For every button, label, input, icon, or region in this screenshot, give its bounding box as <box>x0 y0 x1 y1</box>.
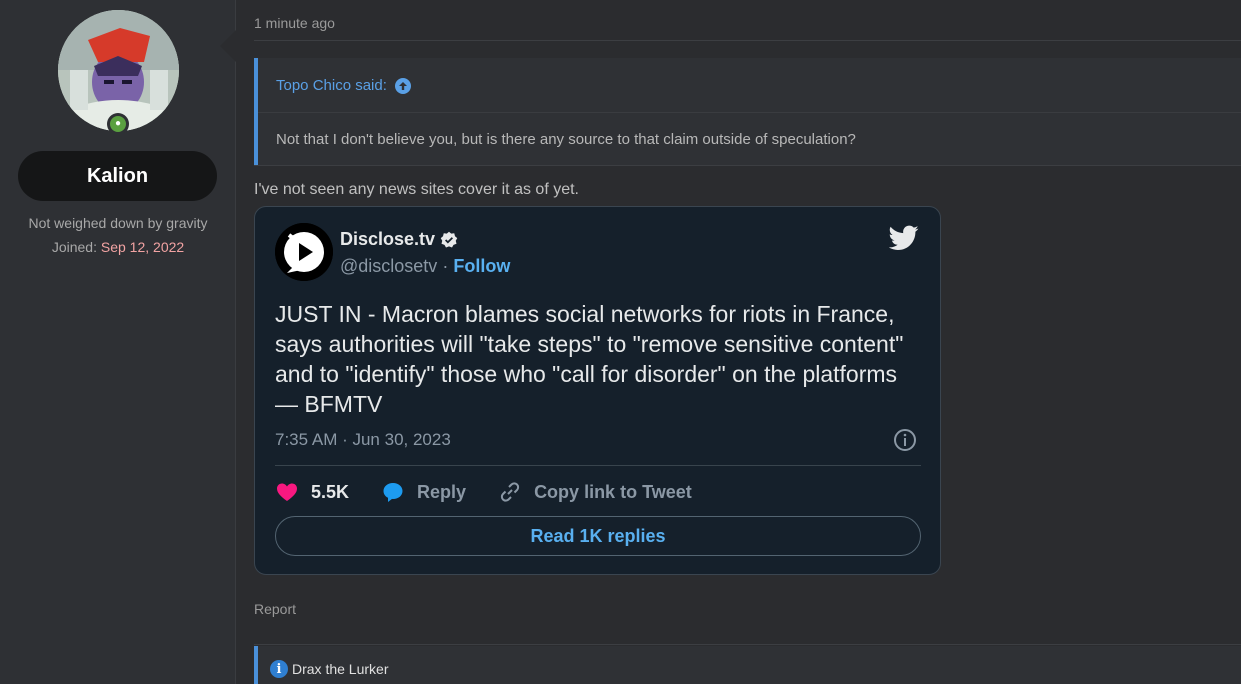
post-body: I've not seen any news sites cover it as… <box>254 181 579 198</box>
copy-link-label: Copy link to Tweet <box>534 481 692 502</box>
tweet-actions: 5.5K Reply Copy link to Tweet <box>275 479 724 505</box>
tweet-name-text[interactable]: Disclose.tv <box>340 229 435 250</box>
user-joined: Joined: Sep 12, 2022 <box>0 239 236 255</box>
user-title: Not weighed down by gravity <box>28 215 208 231</box>
username[interactable]: Kalion <box>18 151 217 201</box>
quote-author[interactable]: Topo Chico said: <box>276 77 387 94</box>
speech-bubble-icon <box>383 483 403 502</box>
report-link[interactable]: Report <box>254 601 296 617</box>
tweet-handle-line: @disclosetv · Follow <box>340 256 510 277</box>
like-button[interactable]: 5.5K <box>275 480 349 504</box>
tweet-avatar[interactable] <box>275 223 333 281</box>
reply-label: Reply <box>417 481 467 502</box>
divider <box>254 644 1241 645</box>
follow-link[interactable]: Follow <box>453 256 510 276</box>
joined-label: Joined: <box>51 239 97 255</box>
quote-text: Not that I don't believe you, but is the… <box>276 131 856 148</box>
divider <box>254 40 1241 41</box>
read-replies-button[interactable]: Read 1K replies <box>275 516 921 556</box>
info-icon[interactable] <box>893 428 917 452</box>
joined-date: Sep 12, 2022 <box>100 239 185 255</box>
embedded-tweet[interactable]: Disclose.tv @disclosetv · Follow JUST IN… <box>254 206 941 575</box>
quote-attribution[interactable]: Topo Chico said: <box>276 77 411 94</box>
user-sidebar: ● Kalion Not weighed down by gravity Joi… <box>0 0 236 684</box>
separator: · <box>442 256 449 276</box>
tweet-handle[interactable]: @disclosetv <box>340 256 437 276</box>
next-quote-author[interactable]: Drax the Lurker <box>292 661 388 677</box>
post-arrow <box>220 30 236 62</box>
arrow-up-circle-icon[interactable] <box>394 77 411 94</box>
online-status-icon: ● <box>107 113 129 135</box>
divider <box>258 112 1241 113</box>
divider <box>275 465 921 466</box>
next-post-quote: i Drax the Lurker <box>254 646 1241 684</box>
quote-block: Topo Chico said: Not that I don't believ… <box>254 58 1241 165</box>
like-count: 5.5K <box>311 481 350 502</box>
tweet-author-name[interactable]: Disclose.tv <box>340 229 458 250</box>
verified-badge-icon <box>440 231 458 247</box>
info-icon: i <box>270 660 288 678</box>
link-icon <box>500 482 520 502</box>
tweet-date[interactable]: 7:35 AM · Jun 30, 2023 <box>275 430 451 450</box>
next-quote-attribution[interactable]: i Drax the Lurker <box>270 660 388 678</box>
heart-icon <box>277 483 297 501</box>
divider <box>254 165 1241 166</box>
post-time[interactable]: 1 minute ago <box>254 15 335 31</box>
twitter-bird-icon[interactable] <box>889 225 919 251</box>
tweet-text: JUST IN - Macron blames social networks … <box>275 301 904 417</box>
reply-button[interactable]: Reply <box>381 480 466 504</box>
copy-link-button[interactable]: Copy link to Tweet <box>498 480 692 504</box>
